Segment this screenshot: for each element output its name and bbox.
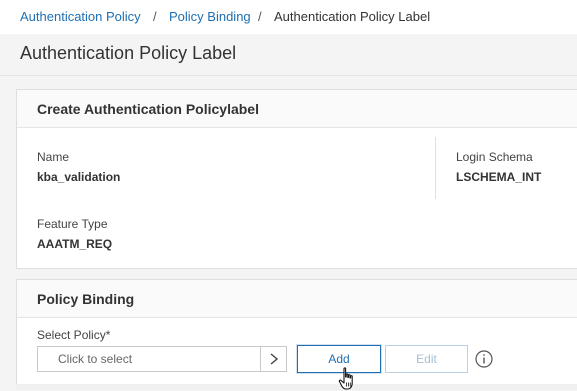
feature-type-label: Feature Type xyxy=(37,217,108,231)
create-policylabel-panel: Create Authentication Policylabel Name k… xyxy=(16,89,577,269)
breadcrumb-separator: / xyxy=(258,9,262,24)
panel-header: Policy Binding xyxy=(17,280,577,318)
panel-title: Create Authentication Policylabel xyxy=(37,101,259,117)
login-schema-label: Login Schema xyxy=(456,150,533,164)
hand-pointer-icon xyxy=(338,367,353,390)
name-label: Name xyxy=(37,150,70,164)
breadcrumb-link-policy-binding[interactable]: Policy Binding xyxy=(169,0,251,34)
breadcrumb-separator: / xyxy=(153,9,157,24)
info-icon[interactable] xyxy=(475,350,493,368)
breadcrumb-current: Authentication Policy Label xyxy=(274,9,431,24)
panel-header: Create Authentication Policylabel xyxy=(17,90,577,128)
select-policy-placeholder: Click to select xyxy=(58,352,133,366)
column-divider xyxy=(435,137,436,199)
panel-title: Policy Binding xyxy=(37,291,135,307)
select-policy-field[interactable]: Click to select xyxy=(37,346,287,372)
feature-type-value: AAATM_REQ xyxy=(37,237,113,251)
breadcrumb-link-authentication-policy[interactable]: Authentication Policy xyxy=(20,0,141,34)
select-arrow-button[interactable] xyxy=(260,347,286,371)
breadcrumb: Authentication Policy / Policy Binding /… xyxy=(0,0,577,34)
policy-binding-panel: Policy Binding Select Policy* Click to s… xyxy=(16,279,577,385)
edit-button: Edit xyxy=(385,345,468,373)
select-policy-label: Select Policy* xyxy=(37,328,111,342)
name-value: kba_validation xyxy=(37,170,121,184)
login-schema-value: LSCHEMA_INT xyxy=(456,170,542,184)
title-bar: Authentication Policy Label xyxy=(0,34,577,76)
chevron-right-icon xyxy=(270,353,279,365)
panel-footer-band xyxy=(16,384,577,390)
page-title: Authentication Policy Label xyxy=(20,43,237,63)
